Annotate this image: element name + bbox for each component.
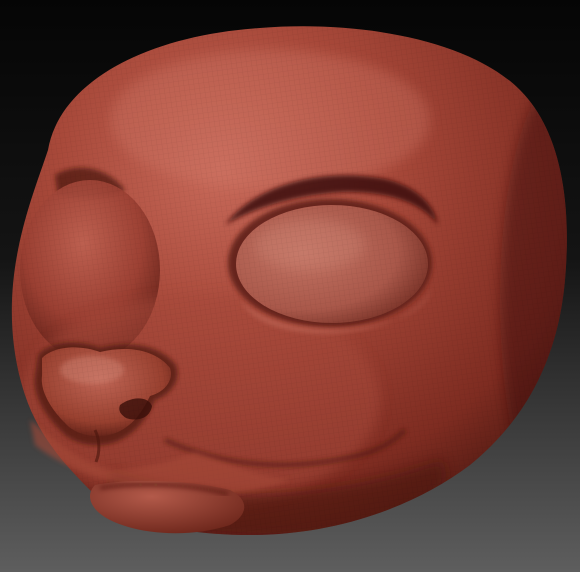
viewport-canvas[interactable] [0, 0, 580, 572]
sculpt-viewport[interactable] [0, 0, 580, 572]
eye-socket[interactable] [228, 199, 432, 327]
